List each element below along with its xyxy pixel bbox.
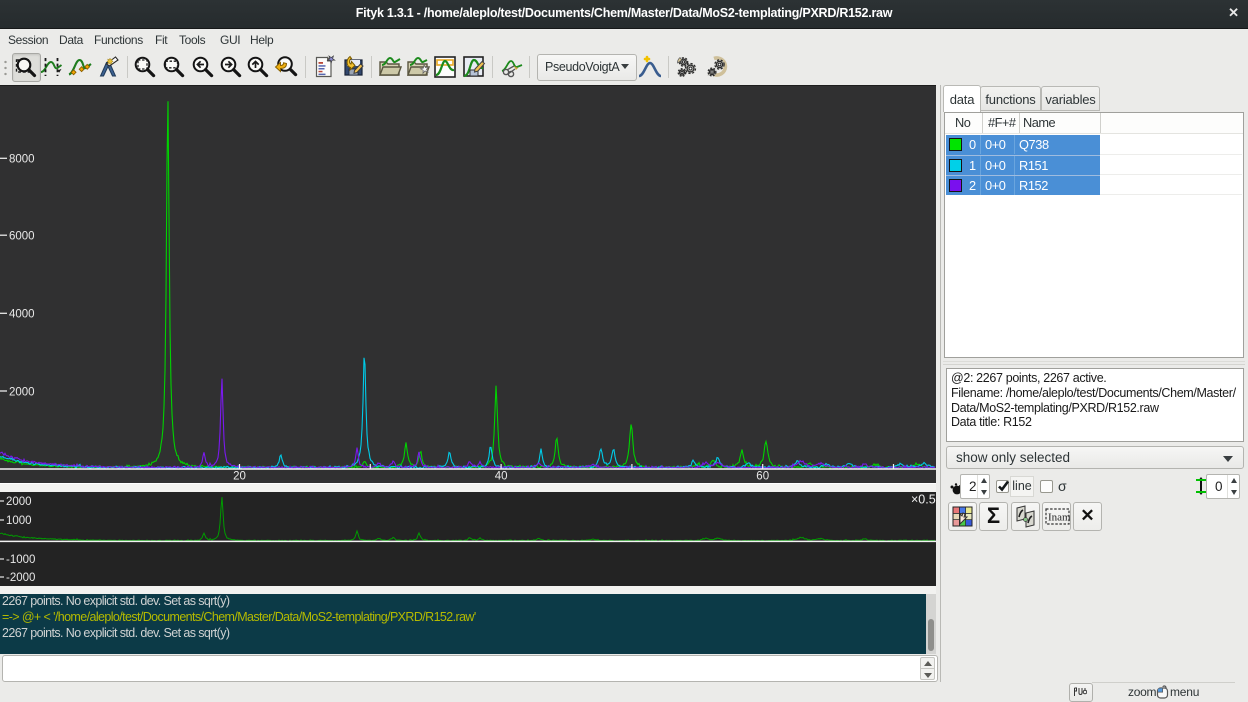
svg-text:-2000: -2000: [6, 572, 35, 584]
svg-text:Inam: Inam: [1048, 512, 1070, 524]
svg-text:×0.5: ×0.5: [911, 493, 936, 507]
svg-text:1000: 1000: [6, 515, 32, 527]
svg-text:6000: 6000: [9, 231, 35, 243]
svg-text:60: 60: [756, 471, 769, 483]
svg-text:2000: 2000: [6, 496, 32, 508]
svg-text:40: 40: [495, 471, 508, 483]
svg-text:20: 20: [233, 471, 246, 483]
svg-text:-1000: -1000: [6, 554, 35, 566]
svg-text:4000: 4000: [9, 309, 35, 321]
svg-text:2000: 2000: [9, 387, 35, 399]
svg-text:8000: 8000: [9, 154, 35, 166]
